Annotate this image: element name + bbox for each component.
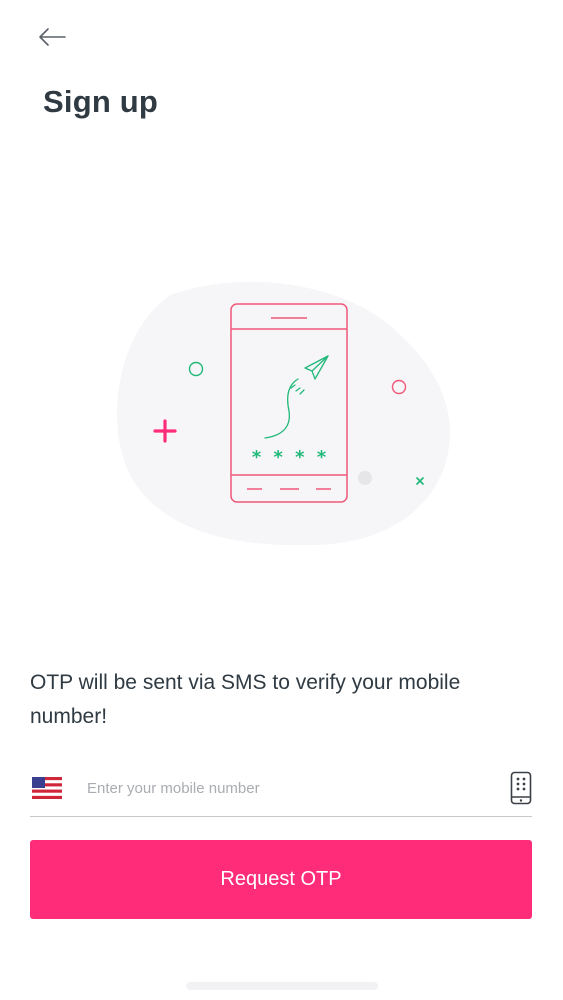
mobile-number-input[interactable]: [87, 768, 510, 808]
illustration-blob: [117, 281, 450, 546]
mobile-device-icon[interactable]: [510, 771, 532, 805]
page-title: Sign up: [43, 84, 159, 119]
request-otp-button[interactable]: Request OTP: [30, 840, 532, 919]
mobile-number-field: [30, 760, 532, 817]
back-button[interactable]: [30, 20, 74, 54]
grey-dot-decoration: [358, 471, 372, 485]
otp-illustration: * * * *: [110, 275, 460, 555]
home-indicator: [186, 982, 378, 990]
arrow-left-icon: [39, 28, 66, 46]
otp-mask: * * * *: [251, 447, 327, 468]
us-flag-icon[interactable]: [32, 777, 62, 799]
otp-info-text: OTP will be sent via SMS to verify your …: [30, 671, 461, 728]
